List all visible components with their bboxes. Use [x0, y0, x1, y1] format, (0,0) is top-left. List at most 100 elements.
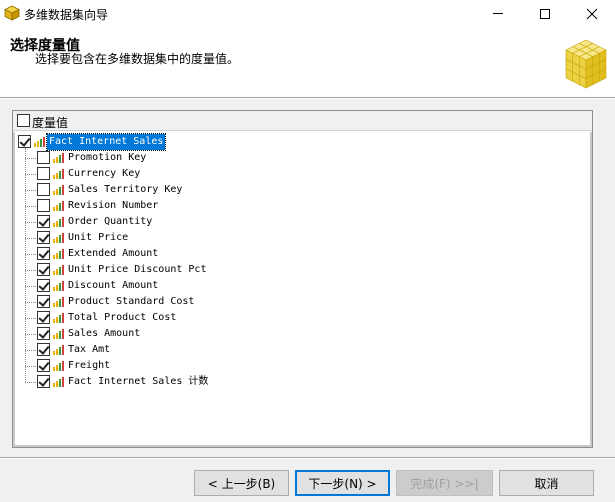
measure-label: Currency Key — [68, 168, 141, 179]
measure-checkbox[interactable] — [37, 311, 50, 324]
measure-icon — [53, 201, 64, 211]
tree-connector — [25, 334, 36, 335]
measure-row[interactable]: Sales Territory Key — [37, 182, 337, 198]
tree-connector — [25, 190, 36, 191]
measure-checkbox[interactable] — [37, 295, 50, 308]
cube-app-icon — [4, 5, 20, 21]
tree-connector — [25, 366, 36, 367]
measure-icon — [53, 249, 64, 259]
measure-checkbox[interactable] — [37, 183, 50, 196]
measure-row[interactable]: Fact Internet Sales 计数 — [37, 374, 337, 390]
tree-connector — [25, 158, 36, 159]
measure-checkbox[interactable] — [37, 151, 50, 164]
measure-checkbox[interactable] — [37, 263, 50, 276]
tree-connector — [25, 206, 36, 207]
next-button[interactable]: 下一步(N) > — [295, 470, 390, 496]
measure-label: Extended Amount — [68, 248, 159, 259]
measure-row[interactable]: Promotion Key — [37, 150, 337, 166]
measure-checkbox[interactable] — [37, 215, 50, 228]
measure-row[interactable]: Total Product Cost — [37, 310, 337, 326]
measure-row[interactable]: Currency Key — [37, 166, 337, 182]
measure-icon — [53, 329, 64, 339]
maximize-icon — [540, 8, 550, 19]
measure-label: Promotion Key — [68, 152, 147, 163]
footer-divider — [0, 457, 615, 459]
measure-label: Sales Territory Key — [68, 184, 183, 195]
close-icon — [586, 8, 598, 19]
measure-checkbox[interactable] — [37, 279, 50, 292]
measure-label: Total Product Cost — [68, 312, 177, 323]
measure-icon — [53, 361, 64, 371]
measure-icon — [53, 281, 64, 291]
measure-group-icon — [34, 137, 45, 147]
measure-checkbox[interactable] — [37, 343, 50, 356]
measure-icon — [53, 169, 64, 179]
measure-icon — [53, 345, 64, 355]
select-all-checkbox[interactable] — [17, 114, 30, 127]
measures-panel-header: 度量值 — [13, 111, 592, 131]
measure-checkbox[interactable] — [37, 167, 50, 180]
measure-label: Sales Amount — [68, 328, 141, 339]
wizard-header: 选择度量值 选择要包含在多维数据集中的度量值。 — [0, 27, 615, 97]
cancel-button[interactable]: 取消 — [499, 470, 594, 496]
measure-label: Fact Internet Sales 计数 — [68, 376, 209, 387]
measures-header-label: 度量值 — [32, 116, 69, 130]
root-checkbox[interactable] — [18, 135, 31, 148]
measure-checkbox[interactable] — [37, 199, 50, 212]
measure-row[interactable]: Unit Price — [37, 230, 337, 246]
measure-icon — [53, 265, 64, 275]
measure-checkbox[interactable] — [37, 327, 50, 340]
finish-button[interactable]: 完成(F) >>| — [396, 470, 493, 496]
measure-row[interactable]: Sales Amount — [37, 326, 337, 342]
measure-row[interactable]: Unit Price Discount Pct — [37, 262, 337, 278]
measure-icon — [53, 297, 64, 307]
measure-row[interactable]: Product Standard Cost — [37, 294, 337, 310]
tree-connector — [25, 238, 36, 239]
measure-label: Discount Amount — [68, 280, 159, 291]
measure-icon — [53, 313, 64, 323]
cube-banner-icon — [565, 39, 607, 89]
tree-connector — [25, 350, 36, 351]
measure-row[interactable]: Revision Number — [37, 198, 337, 214]
tree-connector — [25, 254, 36, 255]
tree-connector — [25, 174, 36, 175]
measure-checkbox[interactable] — [37, 375, 50, 388]
minimize-button[interactable] — [475, 0, 521, 27]
measure-icon — [53, 377, 64, 387]
measure-icon — [53, 185, 64, 195]
measure-row[interactable]: Freight — [37, 358, 337, 374]
measure-checkbox[interactable] — [37, 247, 50, 260]
measure-label: Unit Price — [68, 232, 129, 243]
tree-connector — [25, 286, 36, 287]
measures-panel: 度量值 Fact Internet Sales Promotion Key Cur… — [12, 110, 593, 448]
tree-root-row[interactable]: Fact Internet Sales — [18, 133, 318, 151]
measure-label: Tax Amt — [68, 344, 111, 355]
root-label: Fact Internet Sales — [45, 133, 167, 151]
measure-checkbox[interactable] — [37, 359, 50, 372]
tree-connector — [25, 270, 36, 271]
page-subtitle: 选择要包含在多维数据集中的度量值。 — [35, 52, 240, 66]
tree-connector — [25, 222, 36, 223]
measure-label: Unit Price Discount Pct — [68, 264, 207, 275]
tree-connector — [25, 382, 36, 383]
measure-label: Order Quantity — [68, 216, 153, 227]
measure-checkbox[interactable] — [37, 231, 50, 244]
tree-connector — [25, 302, 36, 303]
close-button[interactable] — [569, 0, 615, 27]
measure-row[interactable]: Tax Amt — [37, 342, 337, 358]
header-divider — [0, 97, 615, 99]
maximize-button[interactable] — [522, 0, 568, 27]
measure-icon — [53, 217, 64, 227]
measure-icon — [53, 233, 64, 243]
measures-tree: Fact Internet Sales Promotion Key Currenc… — [13, 132, 592, 447]
back-button[interactable]: < 上一步(B) — [194, 470, 289, 496]
measure-label: Freight — [68, 360, 111, 371]
window-title: 多维数据集向导 — [24, 8, 109, 22]
tree-connector — [25, 318, 36, 319]
measure-row[interactable]: Discount Amount — [37, 278, 337, 294]
measure-label: Revision Number — [68, 200, 159, 211]
tree-connector — [25, 148, 26, 382]
measure-row[interactable]: Extended Amount — [37, 246, 337, 262]
title-bar: 多维数据集向导 — [0, 0, 615, 27]
measure-row[interactable]: Order Quantity — [37, 214, 337, 230]
